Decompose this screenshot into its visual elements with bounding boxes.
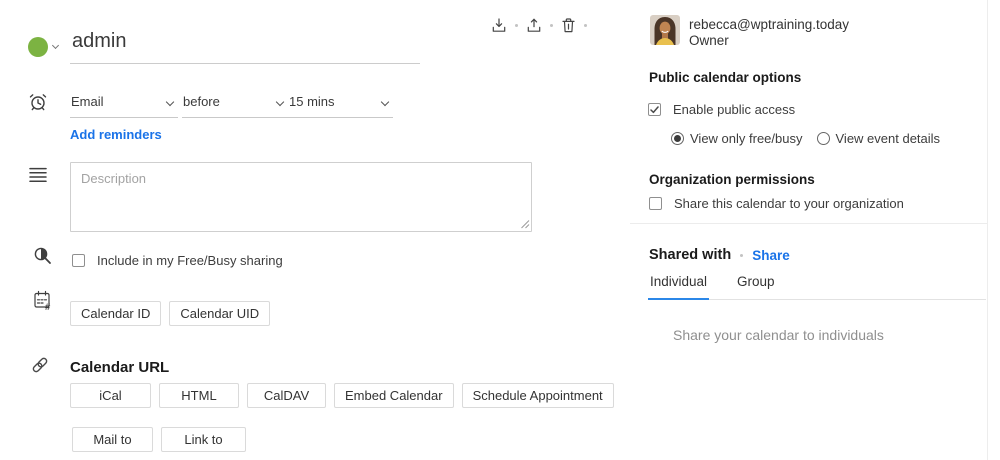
calendar-color-picker[interactable] — [28, 37, 58, 57]
alarm-clock-icon — [28, 92, 48, 112]
calendar-url-row2: Mail to Link to — [72, 427, 246, 452]
enable-public-access-checkbox[interactable] — [648, 103, 661, 116]
section-divider — [630, 223, 987, 224]
freebusy-magnifier-icon — [33, 246, 52, 265]
chevron-down-icon — [166, 97, 174, 105]
public-options-heading: Public calendar options — [649, 70, 801, 85]
calendar-id-button[interactable]: Calendar ID — [70, 301, 161, 326]
description-field-wrapper — [70, 162, 532, 232]
ical-button[interactable]: iCal — [70, 383, 151, 408]
organization-permissions-heading: Organization permissions — [649, 172, 815, 187]
reminder-relation-select[interactable]: before — [182, 94, 288, 118]
reminder-type-select[interactable]: Email — [70, 94, 178, 118]
owner-avatar — [650, 15, 680, 45]
identifier-buttons-row: Calendar ID Calendar UID — [70, 301, 270, 326]
description-textarea[interactable] — [70, 162, 532, 232]
link-chain-icon — [30, 355, 50, 375]
schedule-appointment-button[interactable]: Schedule Appointment — [462, 383, 614, 408]
owner-role: Owner — [689, 33, 849, 49]
reminder-offset-select[interactable]: 15 mins — [288, 94, 393, 118]
sharing-empty-message: Share your calendar to individuals — [673, 327, 884, 343]
calendar-toolbar — [492, 18, 587, 33]
calendar-color-swatch[interactable] — [28, 37, 48, 57]
enable-public-access-label: Enable public access — [673, 102, 795, 117]
html-button[interactable]: HTML — [159, 383, 239, 408]
calendar-url-heading: Calendar URL — [70, 359, 169, 376]
calendar-name-input[interactable] — [70, 30, 420, 64]
reminder-type-value: Email — [71, 94, 104, 109]
freebusy-radio-label: View only free/busy — [690, 131, 803, 146]
owner-info: rebecca@wptraining.today Owner — [689, 17, 849, 49]
trash-icon[interactable] — [562, 18, 575, 33]
reminder-offset-value: 15 mins — [289, 94, 335, 109]
radio-option-freebusy: View only free/busy — [671, 131, 803, 146]
owner-email: rebecca@wptraining.today — [689, 17, 849, 33]
enable-public-access-row: Enable public access — [648, 102, 795, 117]
caldav-button[interactable]: CalDAV — [247, 383, 326, 408]
chevron-down-icon — [381, 97, 389, 105]
org-share-row: Share this calendar to your organization — [649, 196, 904, 211]
share-link[interactable]: Share — [752, 248, 790, 263]
dot-separator — [550, 24, 553, 27]
panel-edge-line — [987, 0, 988, 460]
link-to-button[interactable]: Link to — [161, 427, 246, 452]
calendar-url-row1: iCal HTML CalDAV Embed Calendar Schedule… — [70, 383, 614, 408]
visibility-radio-group: View only free/busy View event details — [671, 131, 940, 146]
calendar-uid-button[interactable]: Calendar UID — [169, 301, 270, 326]
radio-option-details: View event details — [817, 131, 941, 146]
embed-calendar-button[interactable]: Embed Calendar — [334, 383, 454, 408]
shared-with-header: Shared with Share — [649, 247, 790, 263]
import-icon[interactable] — [492, 18, 506, 33]
dot-separator — [584, 24, 587, 27]
calendar-hash-icon: # — [33, 290, 54, 311]
chevron-down-icon — [52, 42, 59, 49]
svg-text:#: # — [45, 302, 51, 311]
dot-separator — [740, 254, 743, 257]
sharing-tabs: Individual Group — [648, 274, 986, 300]
org-share-label: Share this calendar to your organization — [674, 196, 904, 211]
calendar-settings-screen: Email before 15 mins Add reminders — [0, 0, 1000, 460]
tab-group[interactable]: Group — [735, 274, 777, 299]
freebusy-radio[interactable] — [671, 132, 684, 145]
mail-to-button[interactable]: Mail to — [72, 427, 153, 452]
export-icon[interactable] — [527, 18, 541, 33]
freebusy-row: Include in my Free/Busy sharing — [72, 253, 283, 268]
chevron-down-icon — [276, 97, 284, 105]
reminder-relation-value: before — [183, 94, 220, 109]
description-lines-icon — [29, 167, 47, 183]
tab-individual[interactable]: Individual — [648, 274, 709, 300]
org-share-checkbox[interactable] — [649, 197, 662, 210]
event-details-radio-label: View event details — [836, 131, 941, 146]
event-details-radio[interactable] — [817, 132, 830, 145]
shared-with-heading: Shared with — [649, 247, 731, 263]
freebusy-label: Include in my Free/Busy sharing — [97, 253, 283, 268]
add-reminders-link[interactable]: Add reminders — [70, 127, 162, 142]
dot-separator — [515, 24, 518, 27]
freebusy-checkbox[interactable] — [72, 254, 85, 267]
